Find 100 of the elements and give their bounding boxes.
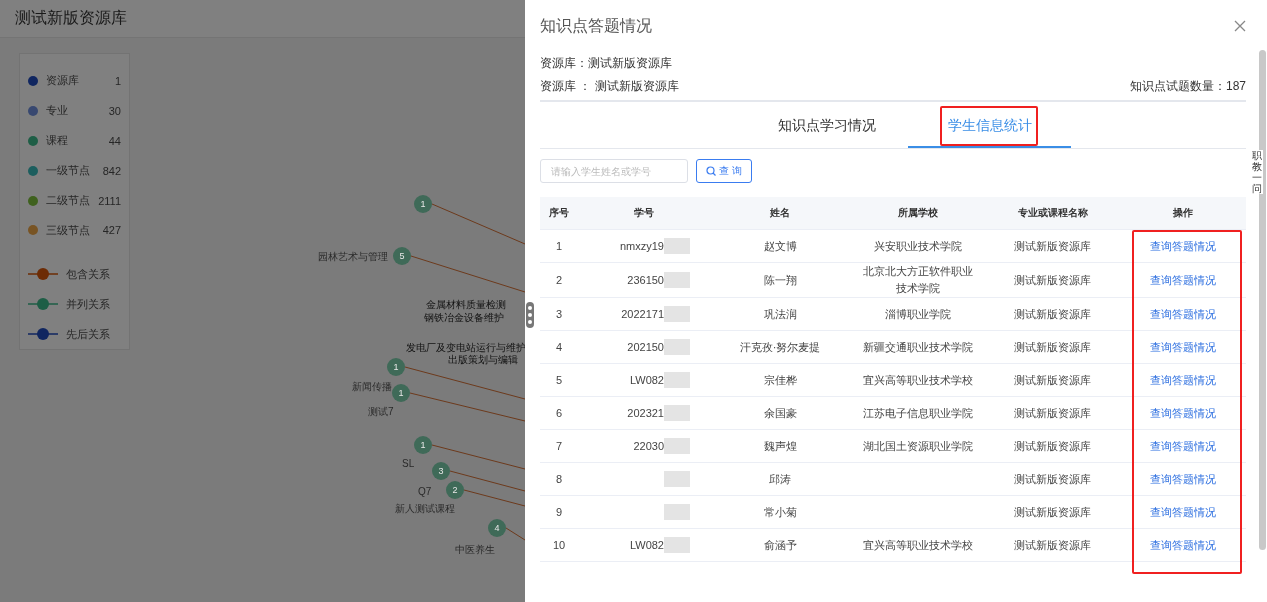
- table-cell: 测试新版资源库: [1014, 372, 1091, 388]
- table-cell: 测试新版资源库: [1014, 306, 1091, 322]
- query-link[interactable]: 查询答题情况: [1150, 372, 1216, 388]
- blurred-patch: [664, 471, 690, 487]
- blurred-patch: [664, 339, 690, 355]
- table-cell: 202150: [627, 341, 664, 353]
- table-cell: 赵文博: [763, 238, 797, 254]
- table-cell-text: 兴安职业技术学院: [872, 238, 963, 254]
- table-cell: 4: [555, 341, 563, 353]
- blurred-patch: [664, 238, 690, 254]
- table-cell: 236150: [627, 274, 664, 286]
- edge-line: [463, 489, 525, 507]
- blurred-patch: [664, 504, 690, 520]
- query-link[interactable]: 查询答题情况: [1150, 306, 1216, 322]
- table-cell-text: 淄博职业学院: [883, 306, 952, 322]
- search-button[interactable]: 查 询: [696, 159, 752, 183]
- blurred-patch: [664, 306, 690, 322]
- drag-handle-icon[interactable]: [526, 302, 534, 328]
- graph-node[interactable]: 3: [432, 462, 450, 480]
- table-cell-text: 北京北大方正软件职业技术学院: [861, 264, 974, 296]
- query-link[interactable]: 查询答题情况: [1150, 504, 1216, 520]
- edge-label: 钢铁冶金设备维护: [424, 311, 504, 325]
- search-icon: [706, 166, 717, 176]
- table-cell: 9: [555, 506, 563, 518]
- tab[interactable]: 知识点学习情况: [745, 106, 908, 148]
- table-cell-text: 宜兴高等职业技术学校: [861, 372, 974, 388]
- blurred-patch: [664, 372, 690, 388]
- legend-label: 资源库: [46, 73, 80, 89]
- graph-node[interactable]: 2: [446, 481, 464, 499]
- table-cell: 常小菊: [763, 504, 797, 520]
- column-header: 学号: [634, 206, 654, 220]
- query-link[interactable]: 查询答题情况: [1150, 339, 1216, 355]
- table-cell: 测试新版资源库: [1014, 537, 1091, 553]
- table-cell: 2: [555, 274, 563, 286]
- node-label: 园林艺术与管理: [318, 250, 388, 264]
- table-cell: 1: [555, 240, 563, 252]
- query-link[interactable]: 查询答题情况: [1150, 272, 1216, 288]
- table-cell-text: 湖北国土资源职业学院: [861, 438, 974, 454]
- table-cell: 10: [552, 539, 566, 551]
- graph-node[interactable]: 1: [392, 384, 410, 402]
- table-cell-text: 江苏电子信息职业学院: [861, 405, 974, 421]
- column-header: 姓名: [770, 206, 790, 220]
- edge-line: [505, 527, 525, 541]
- legend-count: 1: [114, 74, 121, 87]
- blurred-patch: [664, 405, 690, 421]
- table-cell: 测试新版资源库: [1014, 504, 1091, 520]
- table-cell: 测试新版资源库: [1014, 438, 1091, 454]
- table-cell: 汗克孜·努尔麦提: [739, 339, 821, 355]
- table-cell: 陈一翔: [763, 272, 797, 288]
- legend-label: 先后关系: [66, 326, 111, 342]
- query-link[interactable]: 查询答题情况: [1150, 405, 1216, 421]
- table-cell: 测试新版资源库: [1014, 272, 1091, 288]
- table-cell: 8: [555, 473, 563, 485]
- legend-label: 二级节点: [46, 193, 91, 208]
- table-cell: 7: [555, 440, 563, 452]
- table-cell: 测试新版资源库: [1014, 471, 1091, 487]
- table-cell: 2022171: [621, 308, 664, 320]
- table-cell: 测试新版资源库: [1014, 405, 1091, 421]
- column-header: 操作: [1173, 206, 1193, 220]
- legend-label: 一级节点: [46, 163, 91, 179]
- legend-count: 427: [102, 224, 121, 237]
- legend-count: 842: [102, 164, 121, 177]
- search-field[interactable]: 请输入学生姓名或学号: [540, 159, 688, 183]
- tab[interactable]: 学生信息统计: [908, 106, 1071, 148]
- column-header: 序号: [549, 206, 569, 220]
- blurred-patch: [664, 272, 690, 288]
- table-cell: 魏声煌: [763, 438, 797, 454]
- node-label: SL: [402, 458, 415, 469]
- edge-label: 出版策划与编辑: [448, 353, 518, 367]
- legend-label: 并列关系: [66, 296, 111, 312]
- query-link[interactable]: 查询答题情况: [1150, 438, 1216, 454]
- query-link[interactable]: 查询答题情况: [1150, 537, 1216, 553]
- query-link[interactable]: 查询答题情况: [1150, 471, 1216, 487]
- node-label: 测试7: [368, 405, 394, 419]
- graph-node[interactable]: 1: [414, 436, 432, 454]
- graph-node[interactable]: 4: [488, 519, 506, 537]
- info-text: 资源库：测试新版资源库: [540, 55, 673, 72]
- table-cell: 6: [555, 407, 563, 419]
- graph-node[interactable]: 1: [414, 195, 432, 213]
- blurred-patch: [664, 537, 690, 553]
- legend-count: 44: [108, 134, 121, 147]
- node-label: 新人测试课程: [395, 502, 455, 516]
- table-cell: 22030: [633, 440, 664, 452]
- table-cell: 测试新版资源库: [1014, 339, 1091, 355]
- table-cell: 俞涵予: [763, 537, 797, 553]
- table-cell: 测试新版资源库: [1014, 238, 1091, 254]
- table-cell: 宗佳桦: [763, 372, 797, 388]
- legend-label: 专业: [46, 103, 69, 119]
- graph-node[interactable]: 5: [393, 247, 411, 265]
- table-cell-text: 宜兴高等职业技术学校: [861, 537, 974, 553]
- query-link[interactable]: 查询答题情况: [1150, 238, 1216, 254]
- legend-label: 课程: [46, 133, 69, 149]
- table-cell: LW082: [629, 374, 664, 386]
- node-label: 中医养生: [455, 543, 495, 557]
- legend-label: 包含关系: [66, 266, 111, 282]
- graph-node[interactable]: 1: [387, 358, 405, 376]
- legend-count: 30: [108, 104, 121, 117]
- node-label: 新闻传播: [352, 380, 392, 394]
- info-text: 资源库 ： 测试新版资源库: [540, 78, 679, 95]
- close-icon[interactable]: [1234, 20, 1246, 32]
